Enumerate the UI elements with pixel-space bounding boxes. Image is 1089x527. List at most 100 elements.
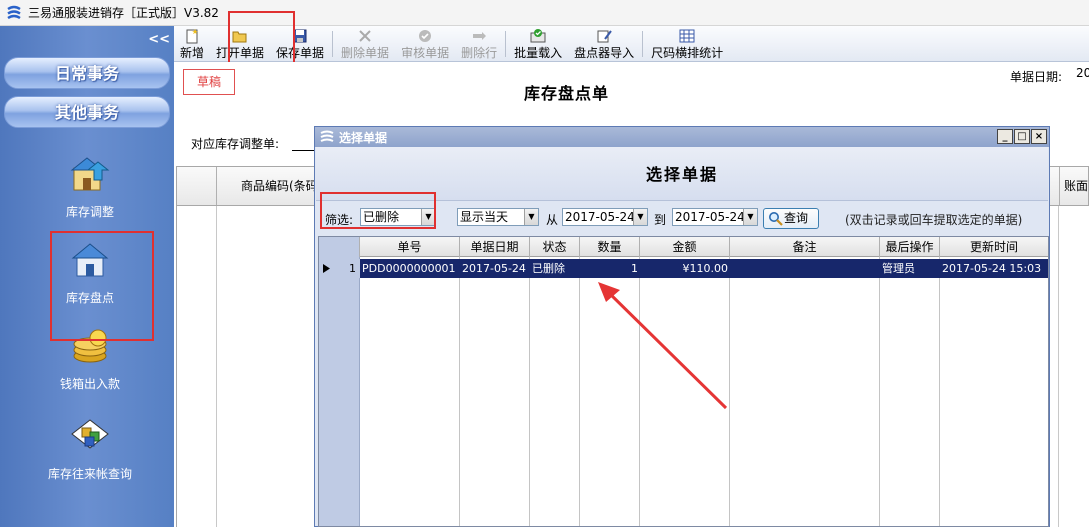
table-col-line bbox=[940, 237, 1048, 526]
stock-adjust-icon bbox=[70, 157, 110, 191]
close-icon[interactable]: × bbox=[1031, 129, 1047, 144]
dialog-heading: 选择单据 bbox=[645, 165, 718, 184]
table-col-line bbox=[880, 237, 940, 526]
status-badge: 草稿 bbox=[183, 69, 235, 95]
cell-amount: ¥110.00 bbox=[682, 262, 729, 275]
range-select[interactable]: 显示当天 ▼ bbox=[457, 208, 539, 226]
window-controls: _ □ × bbox=[997, 129, 1047, 144]
table-row[interactable]: PDD0000000001 2017-05-24 已删除 1 ¥110.00 管… bbox=[360, 259, 1048, 278]
from-date-picker[interactable]: 2017-05-24 ▼ bbox=[562, 208, 648, 226]
query-button[interactable]: 查询 bbox=[763, 208, 819, 229]
batch-load-button[interactable]: 批量载入 bbox=[508, 25, 568, 61]
delete-x-icon bbox=[359, 30, 371, 42]
new-button[interactable]: 新增 bbox=[174, 25, 210, 61]
nav-other-tasks[interactable]: 其他事务 bbox=[4, 96, 170, 128]
app-logo-icon bbox=[7, 5, 21, 19]
query-button-label: 查询 bbox=[784, 211, 809, 225]
new-button-label: 新增 bbox=[180, 46, 205, 60]
grid-col-book[interactable]: 账面 bbox=[1059, 167, 1089, 205]
maximize-icon[interactable]: □ bbox=[1014, 129, 1030, 144]
scanner-import-button-label: 盘点器导入 bbox=[574, 46, 635, 60]
table-col-line bbox=[460, 237, 530, 526]
sidebar-item-ledger-query[interactable]: 库存往来帐查询 bbox=[30, 416, 150, 482]
toolbar: 新增 打开单据 保存单据 删除单据 审核单据 删除行 批量载入 盘点器导入 尺码… bbox=[174, 26, 1089, 62]
col-header-operator[interactable]: 最后操作 bbox=[880, 237, 940, 257]
row-indicator[interactable]: 1 bbox=[319, 259, 360, 278]
dialog-titlebar[interactable]: 选择单据 _ □ × bbox=[315, 127, 1049, 147]
check-circle-icon bbox=[419, 30, 432, 42]
toolbar-separator bbox=[505, 31, 507, 57]
delete-doc-button[interactable]: 删除单据 bbox=[335, 25, 395, 61]
table-col-line bbox=[640, 237, 730, 526]
sidebar-item-stock-adjust[interactable]: 库存调整 bbox=[30, 154, 150, 220]
col-header-date[interactable]: 单据日期 bbox=[460, 237, 530, 257]
from-label: 从 bbox=[546, 213, 559, 227]
grid-divider bbox=[1058, 206, 1059, 527]
window-title: 三易通服装进销存［正式版］V3.82 bbox=[28, 6, 219, 20]
to-date-value: 2017-05-24 bbox=[675, 210, 745, 224]
cell-remark bbox=[732, 259, 880, 278]
row-indicator-column bbox=[319, 237, 360, 526]
cell-status: 已删除 bbox=[532, 262, 565, 275]
delete-doc-button-label: 删除单据 bbox=[341, 46, 390, 60]
cell-operator: 管理员 bbox=[882, 262, 915, 275]
adjust-doc-label: 对应库存调整单: bbox=[191, 137, 280, 151]
page-title: 库存盘点单 bbox=[524, 84, 610, 103]
table-header: 单号 单据日期 状态 数量 金额 备注 最后操作 更新时间 bbox=[319, 237, 1048, 257]
app-logo-icon bbox=[320, 130, 334, 142]
from-date-value: 2017-05-24 bbox=[565, 210, 635, 224]
table-header-indicator bbox=[319, 237, 360, 257]
cell-date: 2017-05-24 bbox=[462, 262, 526, 275]
cell-no: PDD0000000001 bbox=[362, 262, 456, 275]
grid-table-icon bbox=[679, 29, 695, 43]
audit-doc-button[interactable]: 审核单据 bbox=[395, 25, 455, 61]
new-doc-icon bbox=[186, 29, 198, 44]
doc-date-field[interactable]: 20 bbox=[1076, 66, 1089, 80]
chevron-down-icon[interactable]: ▼ bbox=[633, 209, 647, 225]
dialog-title: 选择单据 bbox=[339, 130, 388, 145]
to-date-picker[interactable]: 2017-05-24 ▼ bbox=[672, 208, 758, 226]
cell-updated: 2017-05-24 15:03 bbox=[942, 262, 1042, 275]
scanner-import-button[interactable]: 盘点器导入 bbox=[568, 25, 640, 61]
ledger-query-icon bbox=[71, 419, 109, 449]
col-header-remark[interactable]: 备注 bbox=[730, 237, 880, 257]
toolbar-separator bbox=[642, 31, 644, 57]
doc-date-label: 单据日期: bbox=[1010, 70, 1063, 84]
cell-qty: 1 bbox=[631, 262, 638, 275]
sidebar-collapse-button[interactable]: << bbox=[148, 32, 170, 47]
delete-row-button-label: 删除行 bbox=[461, 46, 498, 60]
sidebar-item-label: 钱箱出入款 bbox=[59, 377, 120, 391]
sidebar-item-label: 库存调整 bbox=[65, 205, 114, 219]
batch-load-button-label: 批量载入 bbox=[514, 46, 563, 60]
col-header-qty[interactable]: 数量 bbox=[580, 237, 640, 257]
col-header-no[interactable]: 单号 bbox=[360, 237, 460, 257]
search-icon bbox=[769, 212, 783, 226]
chevron-down-icon[interactable]: ▼ bbox=[743, 209, 757, 225]
select-doc-dialog: 选择单据 _ □ × 选择单据 筛选: 已删除 ▼ 显示当天 ▼ 从 2017-… bbox=[314, 126, 1050, 527]
window-titlebar: 三易通服装进销存［正式版］V3.82 bbox=[0, 0, 1089, 26]
sidebar-item-label: 库存往来帐查询 bbox=[47, 467, 132, 481]
nav-daily-tasks[interactable]: 日常事务 bbox=[4, 57, 170, 89]
col-header-updated[interactable]: 更新时间 bbox=[940, 237, 1048, 257]
grid-indicator-header bbox=[177, 167, 217, 205]
scanner-import-icon bbox=[597, 30, 612, 43]
col-header-amount[interactable]: 金额 bbox=[640, 237, 730, 257]
col-header-status[interactable]: 状态 bbox=[530, 237, 580, 257]
size-stats-button[interactable]: 尺码横排统计 bbox=[645, 25, 729, 61]
highlight-box-filter bbox=[320, 192, 436, 229]
table-col-line bbox=[730, 237, 880, 526]
chevron-down-icon[interactable]: ▼ bbox=[524, 209, 538, 225]
hint-text: (双击记录或回车提取选定的单据) bbox=[845, 213, 1023, 227]
table-col-line bbox=[580, 237, 640, 526]
to-label: 到 bbox=[654, 213, 667, 227]
minimize-icon[interactable]: _ bbox=[997, 129, 1013, 144]
delete-row-button[interactable]: 删除行 bbox=[455, 25, 503, 61]
delete-row-icon bbox=[473, 32, 487, 40]
doc-list-table[interactable]: 单号 单据日期 状态 数量 金额 备注 最后操作 更新时间 1 PDD00000… bbox=[318, 236, 1049, 527]
range-select-value: 显示当天 bbox=[460, 210, 509, 224]
toolbar-separator bbox=[332, 31, 334, 57]
row-pointer-icon bbox=[323, 264, 330, 273]
audit-doc-button-label: 审核单据 bbox=[401, 46, 450, 60]
size-stats-button-label: 尺码横排统计 bbox=[651, 46, 724, 60]
row-index: 1 bbox=[349, 262, 356, 275]
